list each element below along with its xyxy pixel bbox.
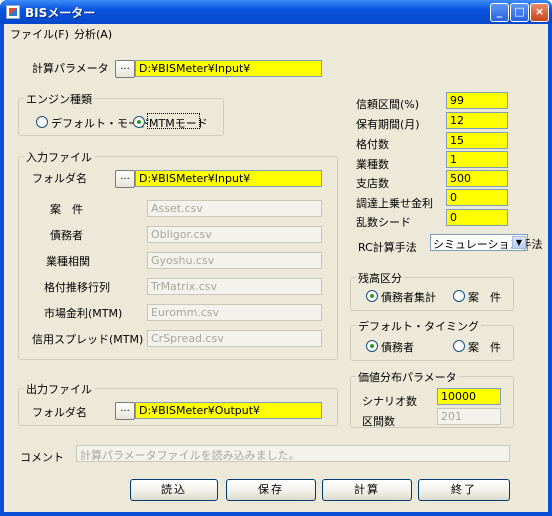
- industry-count-label: 業種数: [356, 158, 389, 171]
- rc-method-value: シミュレーション手法: [433, 238, 543, 251]
- rating-count-label: 格付数: [356, 138, 389, 151]
- load-button[interactable]: 読込: [130, 479, 218, 501]
- rating-count-field[interactable]: 15: [446, 132, 508, 149]
- transition-matrix-file-field: TrMatrix.csv: [147, 278, 322, 295]
- balance-obligor-radio[interactable]: [366, 290, 378, 302]
- calculate-button[interactable]: 計算: [322, 479, 412, 501]
- asset-file-field: Asset.csv: [147, 200, 322, 217]
- obligor-label: 債務者: [50, 229, 83, 242]
- output-files-title: 出力ファイル: [24, 381, 94, 397]
- obligor-file-field: Obligor.csv: [147, 226, 322, 243]
- calc-params-path-field[interactable]: D:¥BISMeter¥Input¥: [135, 60, 322, 77]
- market-rate-file-field: Euromm.csv: [147, 304, 322, 321]
- random-seed-label: 乱数シード: [356, 216, 411, 229]
- maximize-button[interactable]: □: [510, 3, 529, 22]
- app-window: BISメーター _ □ × ファイル(F) 分析(A) 計算パラメータ ... …: [0, 0, 552, 516]
- balance-asset-label: 案 件: [468, 291, 501, 304]
- maximize-icon: □: [514, 5, 525, 18]
- window-title: BISメーター: [25, 6, 96, 20]
- input-folder-label: フォルダ名: [32, 172, 87, 185]
- branch-count-field[interactable]: 500: [446, 170, 508, 187]
- transition-matrix-label: 格付推移行列: [44, 281, 110, 294]
- menu-file[interactable]: ファイル(F): [10, 26, 69, 42]
- timing-obligor-label: 債務者: [381, 341, 414, 354]
- title-bar[interactable]: BISメーター _ □ ×: [0, 0, 552, 24]
- calc-params-label: 計算パラメータ: [32, 62, 109, 75]
- bin-count-label: 区間数: [362, 415, 395, 428]
- input-folder-path-field[interactable]: D:¥BISMeter¥Input¥: [135, 170, 322, 187]
- holding-period-label: 保有期間(月): [356, 118, 420, 131]
- engine-type-title: エンジン種類: [24, 91, 94, 107]
- rc-method-label: RC計算手法: [358, 241, 417, 254]
- funding-spread-field[interactable]: 0: [446, 189, 508, 206]
- default-timing-title: デフォルト・タイミング: [356, 318, 481, 334]
- save-button[interactable]: 保存: [226, 479, 316, 501]
- engine-default-radio[interactable]: [36, 116, 48, 128]
- asset-label: 案 件: [50, 203, 83, 216]
- random-seed-field[interactable]: 0: [446, 209, 508, 226]
- engine-mtm-radio[interactable]: [133, 116, 145, 128]
- timing-obligor-radio[interactable]: [366, 340, 378, 352]
- value-dist-title: 価値分布パラメータ: [356, 369, 459, 385]
- industry-count-field[interactable]: 1: [446, 151, 508, 168]
- menu-bar: ファイル(F) 分析(A): [4, 24, 548, 41]
- confidence-label: 信頼区間(%): [356, 98, 420, 111]
- timing-asset-label: 案 件: [468, 341, 501, 354]
- balance-obligor-label: 債務者集計: [381, 291, 436, 304]
- market-rate-label: 市場金利(MTM): [44, 307, 123, 320]
- chevron-down-icon[interactable]: ▼: [512, 236, 526, 249]
- industry-corr-label: 業種相関: [46, 255, 90, 268]
- engine-mtm-label: MTMモード: [149, 117, 208, 130]
- menu-analysis[interactable]: 分析(A): [74, 26, 112, 42]
- comment-label: コメント: [20, 451, 64, 464]
- industry-corr-file-field: Gyoshu.csv: [147, 252, 322, 269]
- input-files-title: 入力ファイル: [24, 149, 94, 165]
- minimize-icon: _: [496, 5, 503, 18]
- scenario-count-field[interactable]: 10000: [437, 388, 501, 405]
- scenario-count-label: シナリオ数: [362, 395, 417, 408]
- confidence-field[interactable]: 99: [446, 92, 508, 109]
- output-folder-browse-button[interactable]: ...: [115, 402, 135, 420]
- holding-period-field[interactable]: 12: [446, 112, 508, 129]
- comment-field: 計算パラメータファイルを読み込みました。: [76, 445, 510, 462]
- output-folder-label: フォルダ名: [32, 406, 87, 419]
- balance-asset-radio[interactable]: [453, 290, 465, 302]
- bin-count-field: 201: [437, 408, 501, 425]
- credit-spread-file-field: CrSpread.csv: [147, 330, 322, 347]
- input-folder-browse-button[interactable]: ...: [115, 170, 135, 188]
- rc-method-dropdown[interactable]: シミュレーション手法 ▼: [430, 234, 543, 251]
- app-icon: [6, 5, 20, 19]
- credit-spread-label: 信用スプレッド(MTM): [32, 333, 144, 346]
- funding-spread-label: 調達上乗せ金利: [356, 197, 433, 210]
- close-icon: ×: [534, 5, 545, 18]
- minimize-button[interactable]: _: [490, 3, 509, 22]
- exit-button[interactable]: 終了: [418, 479, 510, 501]
- timing-asset-radio[interactable]: [453, 340, 465, 352]
- calc-params-browse-button[interactable]: ...: [115, 60, 135, 78]
- close-button[interactable]: ×: [530, 3, 549, 22]
- client-area: ファイル(F) 分析(A) 計算パラメータ ... D:¥BISMeter¥In…: [4, 24, 548, 512]
- output-folder-path-field[interactable]: D:¥BISMeter¥Output¥: [135, 402, 322, 419]
- balance-title: 残高区分: [356, 270, 404, 286]
- branch-count-label: 支店数: [356, 177, 389, 190]
